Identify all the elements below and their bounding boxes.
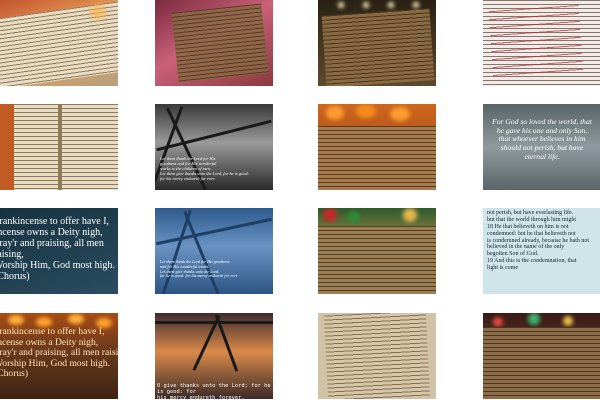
thumbnail-glider-sky-verse[interactable]: Let them thank the Lord for His goodness…: [155, 104, 273, 190]
thumbnail-book-christmas-bokeh[interactable]: [483, 313, 600, 399]
lyrics-text: Frankincense to offer have I, Incense ow…: [0, 216, 115, 282]
thumbnail-book-spine[interactable]: [0, 104, 118, 190]
thumbnail-book-red-letter[interactable]: [483, 0, 600, 86]
thumbnail-book-orange-bokeh[interactable]: [318, 104, 436, 190]
thumbnail-book-holly[interactable]: [318, 208, 436, 294]
thumbnail-hymn-lyrics-blue[interactable]: Frankincense to offer have I, Incense ow…: [0, 208, 118, 294]
thumbnail-sunset-glider-verse[interactable]: O give thanks unto the Lord; for he is g…: [155, 313, 273, 399]
thumbnail-glider-blue-verse[interactable]: Let them thank the Lord for His goodness…: [155, 208, 273, 294]
verse-text: O give thanks unto the Lord; for he is g…: [157, 383, 271, 399]
image-thumbnail-grid: Let them thank the Lord for His goodness…: [0, 0, 600, 400]
thumbnail-hymn-lyrics-candles[interactable]: Frankincense to offer have I, Incense ow…: [0, 313, 118, 399]
thumbnail-bible-passage-cyan[interactable]: not perish, but have everlasting life. b…: [483, 208, 600, 294]
thumbnail-winter-trees-verse[interactable]: For God so loved the world, that he gave…: [483, 104, 600, 190]
verse-text: For God so loved the world, that he gave…: [492, 117, 592, 161]
thumbnail-book-string-lights[interactable]: [318, 0, 436, 86]
thumbnail-torn-page[interactable]: [318, 313, 436, 399]
verse-text: Let them thank the Lord for His goodness…: [160, 259, 239, 279]
lyrics-text: Frankincense to offer have I, Incense ow…: [0, 326, 118, 380]
passage-text: not perish, but have everlasting life. b…: [487, 210, 590, 272]
verse-text: Let them thank the Lord for His goodness…: [160, 156, 249, 182]
thumbnail-open-book-warm[interactable]: [0, 0, 118, 86]
thumbnail-book-blurred-pink[interactable]: [155, 0, 273, 86]
